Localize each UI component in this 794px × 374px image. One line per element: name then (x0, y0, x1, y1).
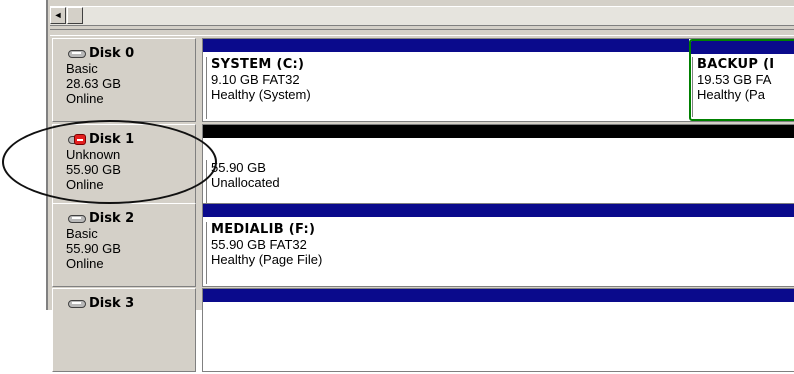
disk-label-3[interactable]: Disk 3 (52, 288, 196, 372)
disk-row-0: Disk 0 Basic 28.63 GB Online SYSTEM (C:)… (52, 38, 794, 124)
disk-label-1[interactable]: Disk 1 Unknown 55.90 GB Online (52, 124, 196, 208)
disk-area-3 (202, 288, 794, 372)
hard-disk-error-icon (66, 133, 88, 146)
partition-status: Unallocated (211, 175, 280, 190)
disk-name-text: Disk 1 (89, 132, 135, 147)
disk-name: Disk 0 (66, 46, 195, 61)
hard-disk-icon (66, 298, 88, 310)
partition-detail: 9.10 GB FAT32 (211, 72, 300, 87)
pane-divider[interactable] (50, 29, 794, 36)
partition-info: SYSTEM (C:) 9.10 GB FAT32 Healthy (Syste… (206, 57, 686, 119)
disk-size: 55.90 GB (66, 162, 121, 177)
disk-row-3: Disk 3 (52, 288, 794, 374)
unallocated-space[interactable]: 55.90 GB Unallocated (203, 125, 794, 207)
disk-status: Online (66, 256, 104, 271)
disk-label-2[interactable]: Disk 2 Basic 55.90 GB Online (52, 203, 196, 287)
disk-size: 28.63 GB (66, 76, 121, 91)
disk-type: Unknown (66, 147, 121, 162)
disk-row-1: Disk 1 Unknown 55.90 GB Online 55.90 GB … (52, 124, 794, 210)
disk-type: Basic (66, 226, 98, 241)
partition-info: MEDIALIB (F:) 55.90 GB FAT32 Healthy (Pa… (206, 222, 794, 284)
disk-name-text: Disk 0 (89, 46, 135, 61)
partition-bar (203, 204, 794, 217)
disk-name: Disk 2 (66, 211, 195, 226)
partition-status: Healthy (Pa (697, 87, 765, 102)
hard-disk-icon (66, 213, 88, 225)
disk-area-0: SYSTEM (C:) 9.10 GB FAT32 Healthy (Syste… (202, 38, 794, 122)
partition-bar (203, 39, 689, 52)
disk-management-window: ◄ Disk 0 Basic 28.63 GB Online SYSTEM (C… (46, 0, 794, 372)
disk-label-0[interactable]: Disk 0 Basic 28.63 GB Online (52, 38, 196, 122)
disk-type: Basic (66, 61, 98, 76)
disk-name: Disk 1 (66, 132, 195, 147)
disk-name: Disk 3 (66, 296, 195, 311)
partition-backup[interactable]: BACKUP (I 19.53 GB FA Healthy (Pa (689, 39, 794, 121)
unallocated-bar (203, 125, 794, 138)
partition-status: Healthy (System) (211, 87, 311, 102)
disk-status: Online (66, 91, 104, 106)
partition-detail: 55.90 GB FAT32 (211, 237, 307, 252)
partition-info: BACKUP (I 19.53 GB FA Healthy (Pa (692, 57, 794, 117)
partition-info: 55.90 GB Unallocated (206, 160, 794, 205)
partition-detail: 55.90 GB (211, 160, 266, 175)
disk-status: Online (66, 177, 104, 192)
partition-bar (203, 289, 794, 302)
disk-area-1: 55.90 GB Unallocated (202, 124, 794, 208)
partition-status: Healthy (Page File) (211, 252, 323, 267)
partition-disk-3[interactable] (203, 289, 794, 371)
disk-size: 55.90 GB (66, 241, 121, 256)
scroll-left-arrow-icon[interactable]: ◄ (50, 7, 66, 24)
partition-title: BACKUP (I (697, 57, 775, 72)
partition-title: SYSTEM (C:) (211, 57, 305, 72)
partition-detail: 19.53 GB FA (697, 72, 772, 87)
partition-medialib-f[interactable]: MEDIALIB (F:) 55.90 GB FAT32 Healthy (Pa… (203, 204, 794, 286)
disk-name-text: Disk 2 (89, 211, 135, 226)
partition-bar (691, 41, 794, 54)
disk-name-text: Disk 3 (89, 296, 135, 311)
horizontal-scrollbar[interactable]: ◄ (50, 6, 794, 26)
disk-area-2: MEDIALIB (F:) 55.90 GB FAT32 Healthy (Pa… (202, 203, 794, 287)
scrollbar-thumb[interactable] (67, 7, 83, 24)
partition-system-c[interactable]: SYSTEM (C:) 9.10 GB FAT32 Healthy (Syste… (203, 39, 689, 121)
hard-disk-icon (66, 48, 88, 60)
partition-title: MEDIALIB (F:) (211, 222, 316, 237)
disk-row-2: Disk 2 Basic 55.90 GB Online MEDIALIB (F… (52, 203, 794, 289)
